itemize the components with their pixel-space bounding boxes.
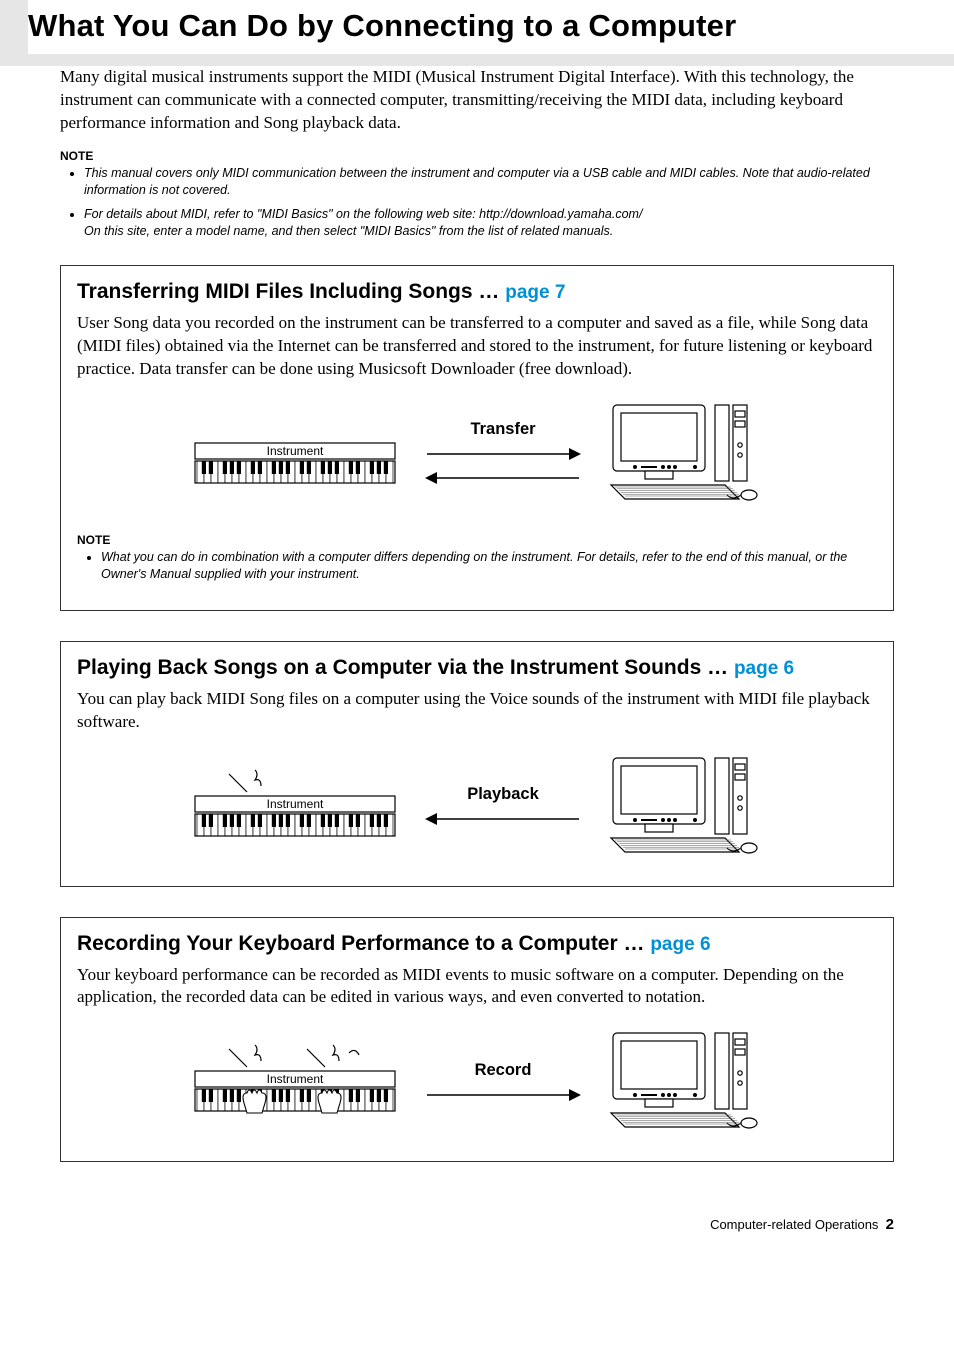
section-heading-text: Recording Your Keyboard Performance to a… bbox=[77, 932, 650, 955]
section-note-block: NOTE What you can do in combination with … bbox=[77, 533, 877, 584]
arrow-label: Record bbox=[475, 1061, 532, 1080]
page-title: What You Can Do by Connecting to a Compu… bbox=[28, 0, 954, 54]
footer-label: Computer-related Operations bbox=[710, 1217, 878, 1232]
section-heading: Transferring MIDI Files Including Songs … bbox=[77, 280, 877, 304]
section-body-text: User Song data you recorded on the instr… bbox=[77, 312, 877, 381]
top-note-block: NOTE This manual covers only MIDI commun… bbox=[60, 149, 894, 241]
arrow-left-icon bbox=[423, 469, 583, 487]
page-reference-link[interactable]: page 7 bbox=[505, 282, 565, 303]
diagram: Instrument Record bbox=[77, 1027, 877, 1137]
svg-text:Instrument: Instrument bbox=[267, 797, 324, 811]
page-content: Many digital musical instruments support… bbox=[0, 66, 954, 1162]
page-reference-link[interactable]: page 6 bbox=[734, 658, 794, 679]
section-heading: Playing Back Songs on a Computer via the… bbox=[77, 656, 877, 680]
section-heading: Recording Your Keyboard Performance to a… bbox=[77, 932, 877, 956]
feature-section: Transferring MIDI Files Including Songs … bbox=[60, 265, 894, 611]
note-heading: NOTE bbox=[60, 149, 894, 163]
note-list: What you can do in combination with a co… bbox=[77, 549, 877, 584]
keyboard-instrument-icon: Instrument bbox=[189, 415, 401, 493]
arrow-left-icon bbox=[423, 810, 583, 828]
note-item: This manual covers only MIDI communicati… bbox=[84, 165, 894, 200]
arrow-label: Transfer bbox=[470, 420, 535, 439]
arrow-group: Record bbox=[423, 1061, 583, 1104]
page-reference-link[interactable]: page 6 bbox=[650, 934, 710, 955]
diagram: Instrument Transfer bbox=[77, 399, 877, 509]
feature-section: Recording Your Keyboard Performance to a… bbox=[60, 917, 894, 1163]
note-item: What you can do in combination with a co… bbox=[101, 549, 877, 584]
computer-icon bbox=[605, 1027, 765, 1137]
page-footer: Computer-related Operations 2 bbox=[0, 1192, 954, 1263]
note-item: For details about MIDI, refer to "MIDI B… bbox=[84, 206, 894, 241]
svg-text:Instrument: Instrument bbox=[267, 1072, 324, 1086]
arrow-right-icon bbox=[423, 445, 583, 463]
keyboard-instrument-icon: Instrument bbox=[189, 1043, 401, 1121]
page-header: What You Can Do by Connecting to a Compu… bbox=[0, 0, 954, 66]
computer-icon bbox=[605, 752, 765, 862]
computer-icon bbox=[605, 399, 765, 509]
arrow-label: Playback bbox=[467, 785, 539, 804]
section-body-text: You can play back MIDI Song files on a c… bbox=[77, 688, 877, 734]
section-body-text: Your keyboard performance can be recorde… bbox=[77, 964, 877, 1010]
feature-section: Playing Back Songs on a Computer via the… bbox=[60, 641, 894, 887]
arrow-group: Playback bbox=[423, 785, 583, 828]
diagram: Instrument Playback bbox=[77, 752, 877, 862]
note-list: This manual covers only MIDI communicati… bbox=[60, 165, 894, 241]
footer-page-number: 2 bbox=[886, 1216, 894, 1233]
note-heading: NOTE bbox=[77, 533, 877, 547]
arrow-group: Transfer bbox=[423, 420, 583, 487]
section-heading-text: Transferring MIDI Files Including Songs … bbox=[77, 280, 505, 303]
svg-text:Instrument: Instrument bbox=[267, 444, 324, 458]
intro-paragraph: Many digital musical instruments support… bbox=[60, 66, 894, 135]
arrow-right-icon bbox=[423, 1086, 583, 1104]
section-heading-text: Playing Back Songs on a Computer via the… bbox=[77, 656, 734, 679]
keyboard-instrument-icon: Instrument bbox=[189, 768, 401, 846]
